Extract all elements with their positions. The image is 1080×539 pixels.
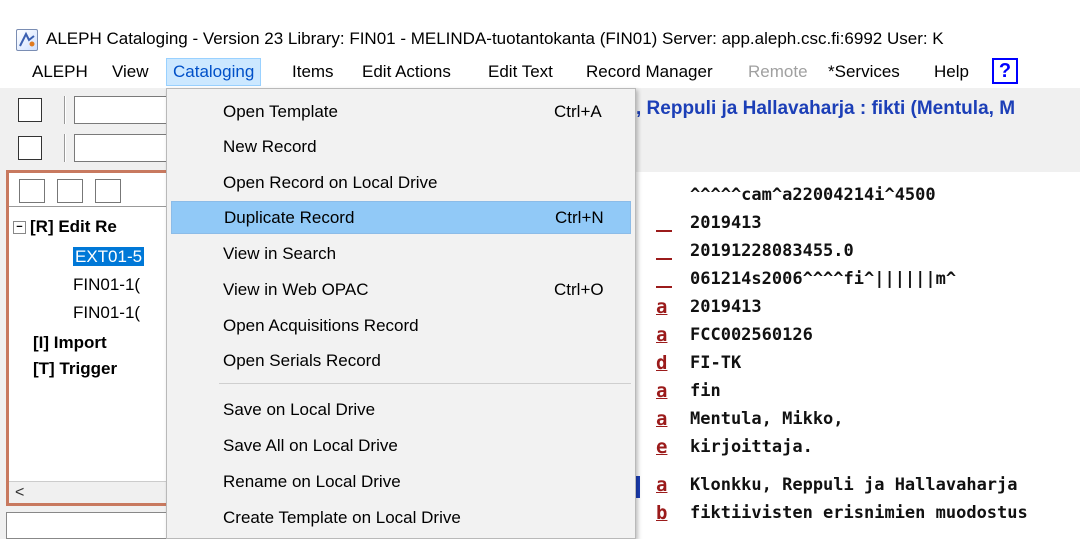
menu-help[interactable]: Help: [928, 58, 975, 86]
menu-view[interactable]: View: [106, 58, 155, 86]
record-header-title: , Reppuli ja Hallavaharja : fikti (Mentu…: [636, 98, 1016, 119]
tab-template-icon[interactable]: [19, 179, 45, 203]
tree-tabs: [9, 173, 167, 207]
record-line[interactable]: a Klonkku, Reppuli ja Hallavaharja: [632, 472, 1080, 501]
record-line[interactable]: 061214s2006^^^^fi^||||||m^: [632, 266, 1080, 295]
field-marker: [656, 230, 672, 232]
record-line[interactable]: a Mentula, Mikko,: [632, 406, 1080, 435]
menu-items[interactable]: Items: [286, 58, 340, 86]
window-title: ALEPH Cataloging - Version 23 Library: F…: [46, 29, 944, 48]
menu-item-open-record-local[interactable]: Open Record on Local Drive: [171, 166, 631, 199]
record-line[interactable]: ^^^^^cam^a22004214i^4500: [632, 182, 1080, 211]
record-line[interactable]: 20191228083455.0: [632, 238, 1080, 267]
menu-edit-actions[interactable]: Edit Actions: [356, 58, 457, 86]
tree-node-edit-records[interactable]: − [R] Edit Re: [13, 217, 117, 237]
menu-aleph[interactable]: ALEPH: [26, 58, 94, 86]
tab-record-icon[interactable]: [57, 179, 83, 203]
toolbar-separator: [64, 134, 66, 162]
help-icon[interactable]: ?: [992, 58, 1018, 84]
tree-node-fin01-b[interactable]: FIN01-1(: [73, 303, 140, 323]
toolbar-separator: [64, 96, 66, 124]
record-line[interactable]: a fin: [632, 378, 1080, 407]
record-line[interactable]: e kirjoittaja.: [632, 434, 1080, 463]
menu-item-save-local[interactable]: Save on Local Drive: [171, 393, 631, 426]
menu-services[interactable]: *Services: [822, 58, 906, 86]
menu-cataloging[interactable]: Cataloging: [166, 58, 262, 86]
record-line[interactable]: 2019413: [632, 210, 1080, 239]
menu-item-create-template-local[interactable]: Create Template on Local Drive: [171, 501, 631, 534]
menu-item-rename-local[interactable]: Rename on Local Drive: [171, 465, 631, 498]
bottom-input[interactable]: [6, 512, 170, 539]
cataloging-menu: Open Template Ctrl+A New Record Open Reco…: [166, 88, 636, 539]
tree-node-ext01[interactable]: EXT01-5: [73, 247, 145, 267]
menu-item-open-acquisitions[interactable]: Open Acquisitions Record: [171, 309, 631, 342]
tree-node-fin01-a[interactable]: FIN01-1(: [73, 275, 140, 295]
menu-item-open-template[interactable]: Open Template Ctrl+A: [171, 95, 631, 128]
tree-node-trigger[interactable]: [T] Trigger: [33, 359, 117, 379]
menu-item-new-record[interactable]: New Record: [171, 130, 631, 163]
menu-bar: ALEPH View Cataloging Items Edit Actions…: [0, 56, 1080, 88]
record-line[interactable]: a 2019413: [632, 294, 1080, 323]
navigation-tree-panel: − [R] Edit Re EXT01-5 FIN01-1( FIN01-1( […: [6, 170, 170, 506]
aleph-app-icon[interactable]: [16, 29, 38, 51]
menu-item-duplicate-record[interactable]: Duplicate Record Ctrl+N: [171, 201, 631, 234]
menu-item-save-all-local[interactable]: Save All on Local Drive: [171, 429, 631, 462]
title-bar: ALEPH Cataloging - Version 23 Library: F…: [0, 0, 1080, 64]
menu-record-manager[interactable]: Record Manager: [580, 58, 719, 86]
field-marker: [656, 286, 672, 288]
scroll-left-icon[interactable]: <: [15, 484, 24, 502]
collapse-icon[interactable]: −: [13, 221, 26, 235]
template-icon[interactable]: [18, 98, 42, 122]
tab-folder-icon[interactable]: [95, 179, 121, 203]
menu-item-view-web-opac[interactable]: View in Web OPAC Ctrl+O: [171, 273, 631, 306]
menu-separator: [219, 383, 631, 384]
record-icon[interactable]: [18, 136, 42, 160]
record-line[interactable]: b fiktiivisten erisnimien muodostus: [632, 500, 1080, 529]
tree-node-import[interactable]: [I] Import: [33, 333, 107, 353]
menu-remote: Remote: [748, 62, 808, 81]
horizontal-scrollbar[interactable]: <: [9, 481, 167, 503]
menu-item-open-serials[interactable]: Open Serials Record: [171, 344, 631, 377]
record-line[interactable]: a FCC002560126: [632, 322, 1080, 351]
record-line[interactable]: d FI-TK: [632, 350, 1080, 379]
marc-record-editor[interactable]: ^^^^^cam^a22004214i^4500 2019413 2019122…: [632, 172, 1080, 539]
menu-edit-text[interactable]: Edit Text: [482, 58, 559, 86]
field-marker: [656, 258, 672, 260]
menu-item-view-in-search[interactable]: View in Search: [171, 237, 631, 270]
field-indicator: [636, 476, 640, 498]
